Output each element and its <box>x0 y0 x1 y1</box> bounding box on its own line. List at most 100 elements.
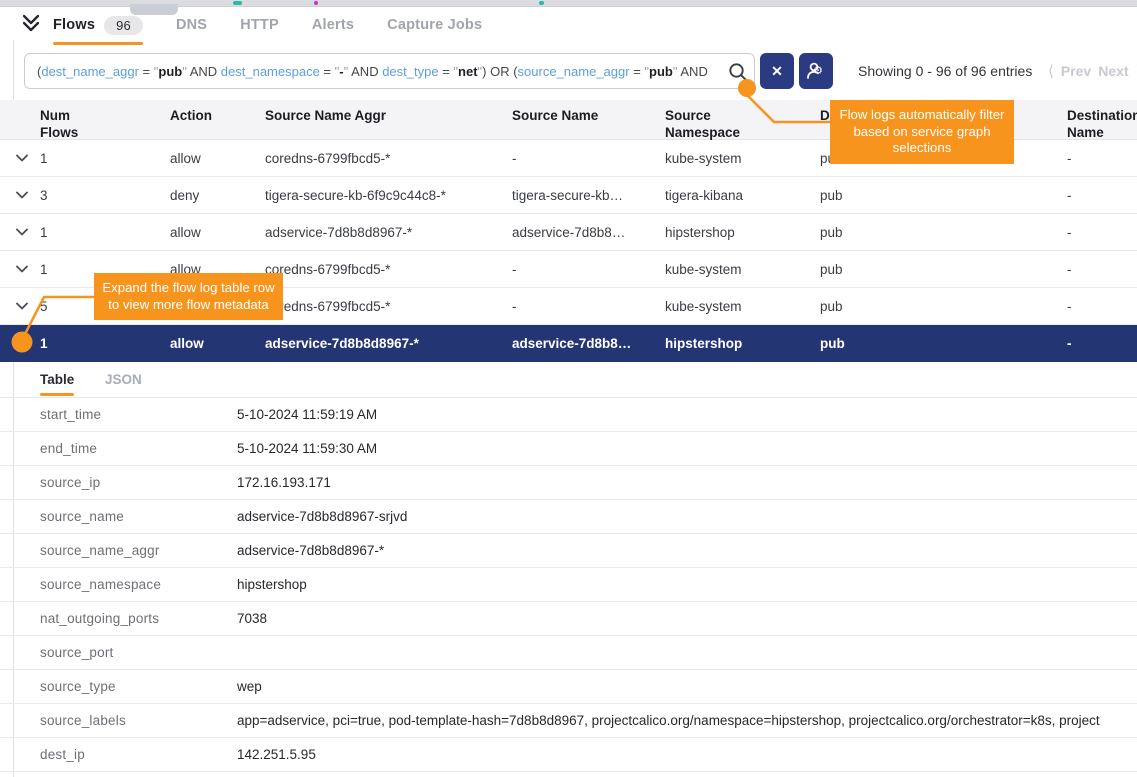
person-gear-icon: ⚙ <box>805 60 827 82</box>
row-expander-chevron-icon[interactable] <box>16 140 28 176</box>
cell-source-namespace: hipstershop <box>665 214 735 250</box>
cell-num-flows: 3 <box>40 177 48 213</box>
detail-row: end_time 5-10-2024 11:59:30 AM <box>0 432 1137 466</box>
detail-table: start_time 5-10-2024 11:59:19 AM end_time 5… <box>0 398 1137 772</box>
gear-icon: ⚙ <box>813 66 823 77</box>
graph-remnant-teal <box>233 1 242 5</box>
tab-label: HTTP <box>240 17 279 33</box>
query-token: = <box>139 64 154 79</box>
cell-action: allow <box>170 325 204 362</box>
detail-row: source_name adservice-7d8b8d8967-srjvd <box>0 500 1137 534</box>
row-expander-chevron-icon[interactable] <box>16 288 28 324</box>
cell-num-flows: 1 <box>40 251 48 287</box>
detail-value: 5-10-2024 11:59:19 AM <box>237 398 377 431</box>
column-header-source-name: Source Name <box>512 107 598 124</box>
column-header-source-name-aggr: Source Name Aggr <box>265 107 386 124</box>
tab-json[interactable]: JSON <box>105 362 142 397</box>
cell-dest-name-aggr: pub <box>820 214 843 250</box>
tab-capture-jobs[interactable]: Capture Jobs <box>387 8 482 42</box>
detail-value: adservice-7d8b8d8967-srjvd <box>237 500 407 533</box>
row-expander-chevron-icon[interactable] <box>16 177 28 213</box>
query-token: AND <box>187 64 221 79</box>
detail-row: source_type wep <box>0 670 1137 704</box>
cell-destination-name: - <box>1067 251 1072 287</box>
flows-count-badge: 96 <box>104 16 143 35</box>
column-header-source-namespace: Source Namespace <box>665 107 760 141</box>
query-token: AND <box>677 64 707 79</box>
detail-tab-bar: Table JSON <box>0 362 1137 398</box>
cell-destination-name: - <box>1067 288 1072 324</box>
cell-num-flows: 1 <box>40 325 48 362</box>
callout-filter-tooltip: Flow logs automatically filter based on … <box>830 100 1014 164</box>
query-token: = <box>320 64 335 79</box>
tab-label: Capture Jobs <box>387 17 482 33</box>
tab-flows[interactable]: Flows 96 <box>53 8 143 42</box>
clear-filter-button[interactable]: ✕ <box>760 53 794 89</box>
detail-key: source_name <box>40 500 124 533</box>
filter-query-input[interactable]: (dest_name_aggr = "pub" AND dest_namespa… <box>24 53 755 89</box>
detail-key: start_time <box>40 398 101 431</box>
flow-row[interactable]: 3denytigera-secure-kb-6f9c9c44c8-*tigera… <box>0 177 1137 214</box>
cell-source-namespace: kube-system <box>665 288 742 324</box>
tab-label: DNS <box>176 17 207 33</box>
column-header-action: Action <box>170 107 212 124</box>
detail-row: source_port <box>0 636 1137 670</box>
detail-key: source_ip <box>40 466 100 499</box>
cell-source-name-aggr: adservice-7d8b8d8967-* <box>265 214 412 250</box>
graph-remnant-teal-2 <box>539 1 544 5</box>
cell-dest-name-aggr: pub <box>820 251 843 287</box>
detail-row: nat_outgoing_ports 7038 <box>0 602 1137 636</box>
detail-row: source_labelsapp=adservice, pci=true, po… <box>0 704 1137 738</box>
tab-dns[interactable]: DNS <box>176 8 207 42</box>
flow-row[interactable]: 1allowadservice-7d8b8d8967-*adservice-7d… <box>0 214 1137 251</box>
detail-value: app=adservice, pci=true, pod-template-ha… <box>237 704 1100 737</box>
tab-bar: Flows 96 DNS HTTP Alerts Capture Jobs <box>0 8 1137 46</box>
query-token: pub <box>158 64 182 79</box>
cell-source-name: adservice-7d8b8… <box>512 325 631 362</box>
tab-label: Flows <box>53 17 95 33</box>
next-button[interactable]: Next <box>1098 63 1128 79</box>
detail-value: 172.16.193.171 <box>237 466 331 499</box>
detail-key: source_port <box>40 636 114 669</box>
cell-destination-name: - <box>1067 214 1072 250</box>
detail-value: 7038 <box>237 602 267 635</box>
row-expander-chevron-icon[interactable] <box>16 214 28 250</box>
callout-expand-tooltip: Expand the flow log table row to view mo… <box>94 273 283 320</box>
cell-source-namespace: hipstershop <box>665 325 742 362</box>
prev-button[interactable]: Prev <box>1061 63 1091 79</box>
results-count-text: Showing 0 - 96 of 96 entries <box>858 53 1032 89</box>
cell-source-name: adservice-7d8b8… <box>512 214 625 250</box>
detail-key: nat_outgoing_ports <box>40 602 159 635</box>
detail-key: source_type <box>40 670 116 703</box>
tab-table[interactable]: Table <box>40 362 74 397</box>
search-icon[interactable] <box>727 61 749 88</box>
detail-key: source_name_aggr <box>40 534 160 567</box>
column-header-num-flows: Num Flows <box>40 107 98 141</box>
detail-value: wep <box>237 670 262 703</box>
query-token: pub <box>649 64 673 79</box>
cell-num-flows: 1 <box>40 214 48 250</box>
flow-row[interactable]: 1 allow adservice-7d8b8d8967-* adservice-7d… <box>0 325 1137 362</box>
tab-http[interactable]: HTTP <box>240 8 279 42</box>
cell-source-name: tigera-secure-kb… <box>512 177 623 213</box>
cell-num-flows: 5 <box>40 288 48 324</box>
query-token: dest_namespace <box>221 64 320 79</box>
row-expander-chevron-icon[interactable] <box>16 325 28 362</box>
query-token: = <box>439 64 454 79</box>
query-token: ) OR ( <box>482 64 517 79</box>
cell-source-name-aggr: adservice-7d8b8d8967-* <box>265 325 419 362</box>
tab-alerts[interactable]: Alerts <box>312 8 354 42</box>
detail-key: end_time <box>40 432 97 465</box>
cell-num-flows: 1 <box>40 140 48 176</box>
cell-destination-name: - <box>1067 140 1072 176</box>
detail-value: 5-10-2024 11:59:30 AM <box>237 432 377 465</box>
prev-angle-icon[interactable]: ⟨ <box>1048 62 1054 80</box>
graph-remnant-magenta <box>314 1 318 5</box>
user-settings-button[interactable]: ⚙ <box>799 53 833 89</box>
detail-key: source_namespace <box>40 568 161 601</box>
row-expander-chevron-icon[interactable] <box>16 251 28 287</box>
column-header-destination-name: Destination Name <box>1067 107 1137 141</box>
detail-value: 142.251.5.95 <box>237 738 316 771</box>
flow-table-body: 1allowcoredns-6799fbcd5-*-kube-systempub… <box>0 140 1137 362</box>
collapse-panel-icon[interactable] <box>20 12 42 36</box>
